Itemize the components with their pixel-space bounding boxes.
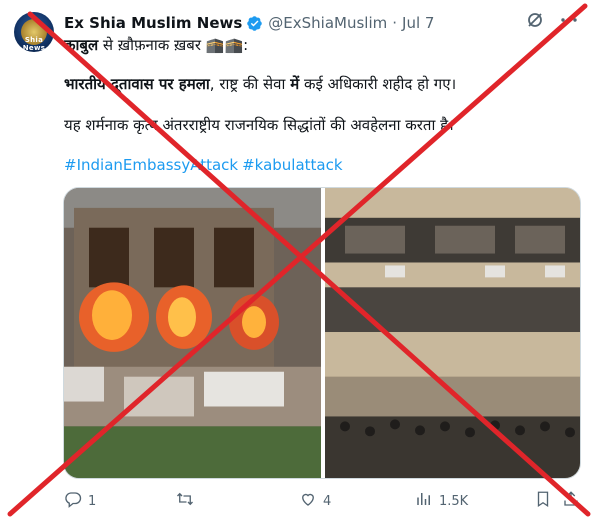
views-icon <box>415 490 433 512</box>
text-kabul: काबुल <box>64 36 99 54</box>
verified-badge-icon[interactable] <box>246 15 263 32</box>
like-button[interactable]: 4 <box>299 490 331 512</box>
tweet-media[interactable] <box>63 187 581 479</box>
reply-icon <box>64 490 82 512</box>
bookmark-icon <box>534 490 552 512</box>
share-icon <box>562 490 580 512</box>
bookmark-button[interactable] <box>534 490 552 512</box>
hashtag-kabulattack[interactable]: #kabulattack <box>242 156 342 174</box>
views-count: 1.5K <box>439 493 469 509</box>
header-actions <box>525 10 579 34</box>
views-button[interactable]: 1.5K <box>415 490 468 512</box>
reply-button[interactable]: 1 <box>64 490 96 512</box>
retweet-button[interactable] <box>176 490 194 512</box>
text-line2-mid: , राष्ट्र की सेवा <box>209 75 291 93</box>
tweet-text-line2: भारतीय दूतावास पर हमला, राष्ट्र की सेवा … <box>64 74 584 94</box>
like-count: 4 <box>323 493 332 509</box>
damaged-building-crowd-photo[interactable] <box>325 188 581 478</box>
tweet-actions: 1 4 1.5K <box>64 490 581 512</box>
more-options-icon[interactable] <box>559 10 579 34</box>
hashtag-indian-embassy-attack[interactable]: #IndianEmbassyAttack <box>64 156 238 174</box>
share-button[interactable] <box>562 490 580 512</box>
separator-dot: · <box>392 14 398 32</box>
tweet-text-line1: काबुल से ख़ौफ़नाक ख़बर 🕋🕋: <box>64 35 584 55</box>
like-icon <box>299 490 317 512</box>
text-line2-rest: कई अधिकारी शहीद हो गए। <box>299 75 457 93</box>
avatar-text: Shia News <box>22 36 46 52</box>
tweet-header: Ex Shia Muslim News @ExShiaMuslim · Jul … <box>64 12 597 34</box>
retweet-icon <box>176 490 194 512</box>
text-embassy-attack: भारतीय दूतावास पर हमला <box>64 75 210 93</box>
reply-count: 1 <box>88 493 97 509</box>
hashtags: #IndianEmbassyAttack #kabulattack <box>64 155 584 175</box>
tweet-text-line3: यह शर्मनाक कृत्य अंतरराष्ट्रीय राजनयिक स… <box>64 116 454 134</box>
author-handle[interactable]: @ExShiaMuslim <box>268 14 387 32</box>
text-line2-bold2: में <box>290 75 300 93</box>
burning-building-photo[interactable] <box>64 188 321 478</box>
grok-icon[interactable] <box>525 10 545 34</box>
text-line1-rest: से ख़ौफ़नाक ख़बर 🕋🕋: <box>98 36 249 54</box>
author-name[interactable]: Ex Shia Muslim News <box>64 14 242 32</box>
avatar[interactable]: Shia News <box>14 12 54 52</box>
timestamp[interactable]: Jul 7 <box>402 14 434 32</box>
